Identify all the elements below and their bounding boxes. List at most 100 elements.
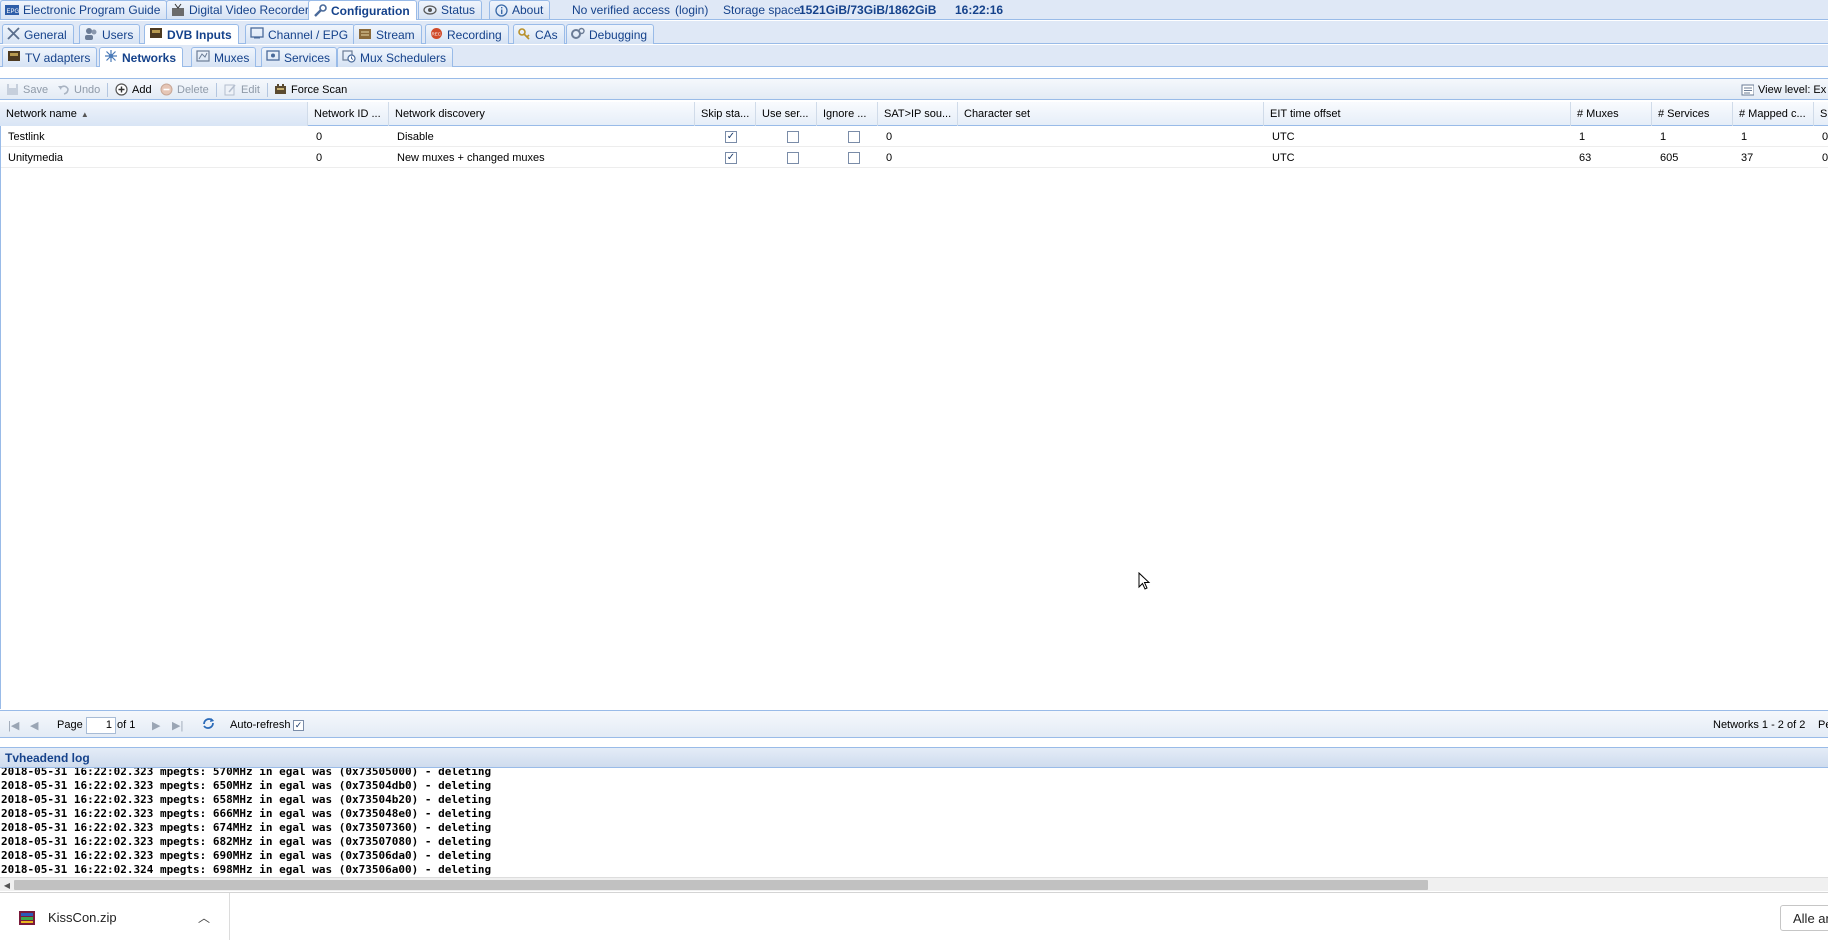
undo-button[interactable]: Undo (57, 81, 100, 98)
table-row[interactable]: Testlink 0 Disable ✓ 0 UTC 1 1 1 0 (1, 126, 1828, 147)
add-button[interactable]: Add (115, 81, 152, 98)
dvr-icon (171, 3, 185, 17)
cell-network-name[interactable]: Unitymedia (1, 147, 309, 168)
refresh-button[interactable] (201, 711, 216, 739)
first-page-button[interactable]: |◀ (8, 711, 19, 739)
auto-refresh-checkbox[interactable]: ✓ (293, 719, 304, 731)
key-icon (518, 27, 531, 43)
record-icon: REC (430, 27, 443, 43)
col-skip-startup[interactable]: Skip sta... (695, 102, 756, 126)
cell-satip-source[interactable]: 0 (879, 126, 959, 147)
tab-general[interactable]: General (2, 24, 74, 44)
svg-text:REC: REC (432, 31, 442, 36)
tab-debugging[interactable]: Debugging (566, 24, 655, 44)
use-service-ids-checkbox[interactable] (787, 130, 799, 143)
skip-startup-checkbox[interactable]: ✓ (725, 130, 737, 143)
col-services[interactable]: # Services (1652, 102, 1733, 126)
save-button[interactable]: Save (6, 81, 48, 98)
tab-cas[interactable]: CAs (513, 24, 565, 44)
log-line: 2018-05-31 16:22:02.323 mpegts: 690MHz i… (1, 849, 492, 862)
main-nav: EPG Electronic Program Guide Digital Vid… (0, 0, 1828, 20)
view-level-button[interactable]: View level: Ex (1741, 81, 1826, 98)
tab-dvb-inputs[interactable]: DVB Inputs (144, 24, 239, 44)
view-level-icon (1741, 83, 1754, 96)
tab-services[interactable]: Services (261, 47, 338, 67)
tab-muxes[interactable]: Muxes (191, 47, 257, 67)
table-row[interactable]: Unitymedia 0 New muxes + changed muxes ✓… (1, 147, 1828, 168)
users-icon (84, 27, 98, 43)
eye-icon (423, 3, 437, 17)
cell-network-id[interactable]: 0 (309, 147, 390, 168)
tab-networks[interactable]: Networks (99, 47, 184, 67)
cell-eit-offset[interactable]: UTC (1265, 126, 1572, 147)
delete-button[interactable]: Delete (160, 81, 209, 98)
col-network-name[interactable]: Network name ▲ (0, 102, 308, 126)
page-number-input[interactable] (86, 716, 116, 734)
add-icon (115, 83, 128, 96)
cell-character-set[interactable] (959, 126, 1265, 147)
col-satip-source[interactable]: SAT>IP sou... (878, 102, 958, 126)
tab-channel-epg[interactable]: Channel / EPG (245, 24, 356, 44)
use-service-ids-checkbox[interactable] (787, 151, 799, 164)
login-link[interactable]: (login) (675, 0, 708, 19)
show-all-downloads-button[interactable]: Alle anzeigen (1780, 905, 1828, 931)
tab-stream[interactable]: Stream (353, 24, 422, 44)
tab-configuration[interactable]: Configuration (308, 0, 417, 20)
access-status: No verified access (572, 2, 671, 17)
svg-text:EPG: EPG (7, 9, 20, 15)
tab-dvr[interactable]: Digital Video Recorder (166, 0, 316, 19)
scroll-left-icon[interactable]: ◀ (0, 878, 14, 892)
tab-tv-adapters[interactable]: TV adapters (2, 47, 98, 67)
cell-character-set[interactable] (959, 147, 1265, 168)
chevron-up-icon[interactable]: ︿ (198, 893, 210, 940)
page-label: Page (57, 719, 83, 731)
cell-network-discovery[interactable]: Disable (390, 126, 696, 147)
col-network-id[interactable]: Network ID ... (308, 102, 389, 126)
col-s[interactable]: S (1814, 102, 1828, 126)
tab-mux-schedulers[interactable]: Mux Schedulers (337, 47, 454, 67)
cell-network-id[interactable]: 0 (309, 126, 390, 147)
tab-recording[interactable]: REC Recording (425, 24, 509, 44)
last-page-button[interactable]: ▶| (172, 711, 183, 739)
log-line: 2018-05-31 16:22:02.323 mpegts: 674MHz i… (1, 821, 492, 834)
col-ignore[interactable]: Ignore ... (817, 102, 878, 126)
tab-about[interactable]: About (489, 0, 551, 19)
col-eit-time-offset[interactable]: EIT time offset (1264, 102, 1571, 126)
download-item[interactable]: KissCon.zip ︿ (0, 893, 230, 940)
next-page-button[interactable]: ▶ (152, 711, 160, 739)
paging-toolbar: |◀ ◀ Page of 1 ▶ ▶| Auto-refresh ✓ Netwo… (0, 710, 1828, 738)
skip-startup-checkbox[interactable]: ✓ (725, 151, 737, 164)
col-muxes[interactable]: # Muxes (1571, 102, 1652, 126)
scan-icon (274, 83, 287, 96)
log-panel-header[interactable]: Tvheadend log (0, 747, 1828, 768)
cell-muxes: 1 (1579, 130, 1586, 143)
ignore-checkbox[interactable] (848, 151, 860, 164)
cell-s: 0 (1822, 151, 1828, 164)
cell-eit-offset[interactable]: UTC (1265, 147, 1572, 168)
download-bar: KissCon.zip ︿ Alle anzeigen (0, 892, 1828, 940)
per-page-selector[interactable]: Pe (1818, 711, 1828, 739)
first-page-icon: |◀ (8, 719, 20, 732)
edit-button[interactable]: Edit (224, 81, 260, 98)
col-mapped-channels[interactable]: # Mapped c... (1733, 102, 1814, 126)
cell-satip-source[interactable]: 0 (879, 147, 959, 168)
ignore-checkbox[interactable] (848, 130, 860, 143)
col-character-set[interactable]: Character set (958, 102, 1264, 126)
log-horizontal-scrollbar[interactable]: ◀ (0, 877, 1828, 891)
save-icon (6, 83, 19, 96)
tab-epg-label: Electronic Program Guide (23, 3, 161, 17)
col-network-discovery[interactable]: Network discovery (389, 102, 695, 126)
tab-status[interactable]: Status (418, 0, 483, 19)
cell-network-discovery[interactable]: New muxes + changed muxes (390, 147, 696, 168)
scrollbar-thumb[interactable] (14, 880, 1428, 890)
tab-epg[interactable]: EPG Electronic Program Guide (0, 0, 168, 19)
epg-icon: EPG (5, 3, 19, 17)
page-count: of 1 (117, 719, 136, 731)
col-use-service-ids[interactable]: Use ser... (756, 102, 817, 126)
auto-refresh-label: Auto-refresh (230, 719, 291, 731)
prev-page-button[interactable]: ◀ (30, 711, 38, 739)
tab-users[interactable]: Users (79, 24, 141, 44)
cell-network-name[interactable]: Testlink (1, 126, 309, 147)
force-scan-button[interactable]: Force Scan (274, 81, 347, 98)
prev-page-icon: ◀ (30, 719, 39, 732)
